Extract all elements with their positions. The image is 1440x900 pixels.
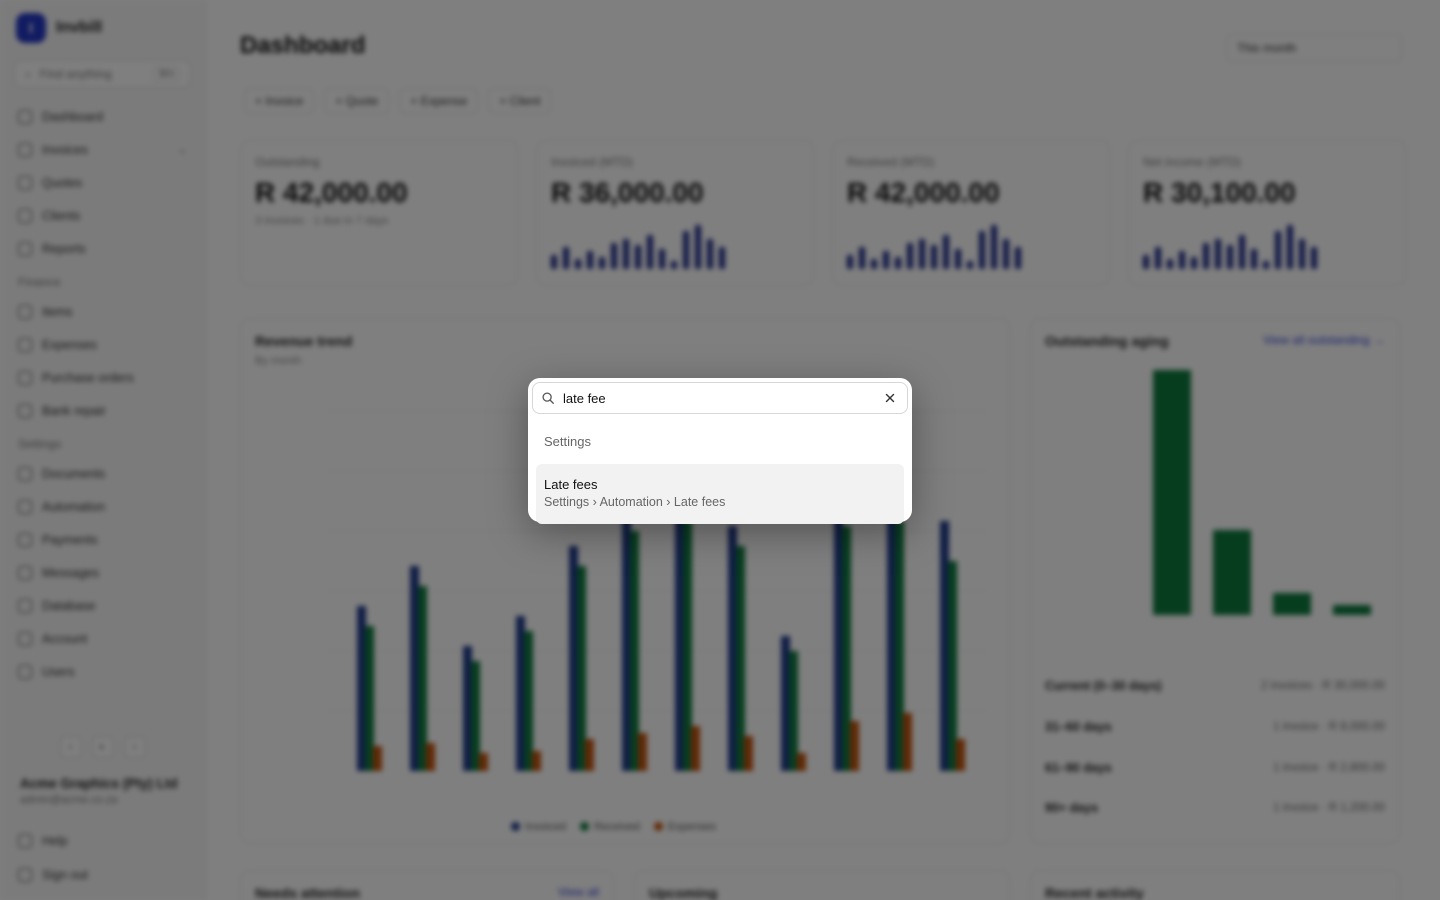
clear-search-button[interactable]: [881, 389, 899, 407]
result-item-late-fees[interactable]: Late fees Settings › Automation › Late f…: [536, 464, 904, 524]
result-breadcrumb: Settings › Automation › Late fees: [544, 495, 726, 509]
result-title: Late fees: [544, 477, 598, 492]
result-group-label: Settings: [544, 434, 591, 449]
palette-search-bar: [532, 382, 908, 414]
close-icon: [885, 393, 895, 403]
search-icon: [542, 392, 554, 404]
palette-search-input[interactable]: [563, 384, 873, 412]
command-palette: Settings Late fees Settings › Automation…: [528, 378, 912, 524]
